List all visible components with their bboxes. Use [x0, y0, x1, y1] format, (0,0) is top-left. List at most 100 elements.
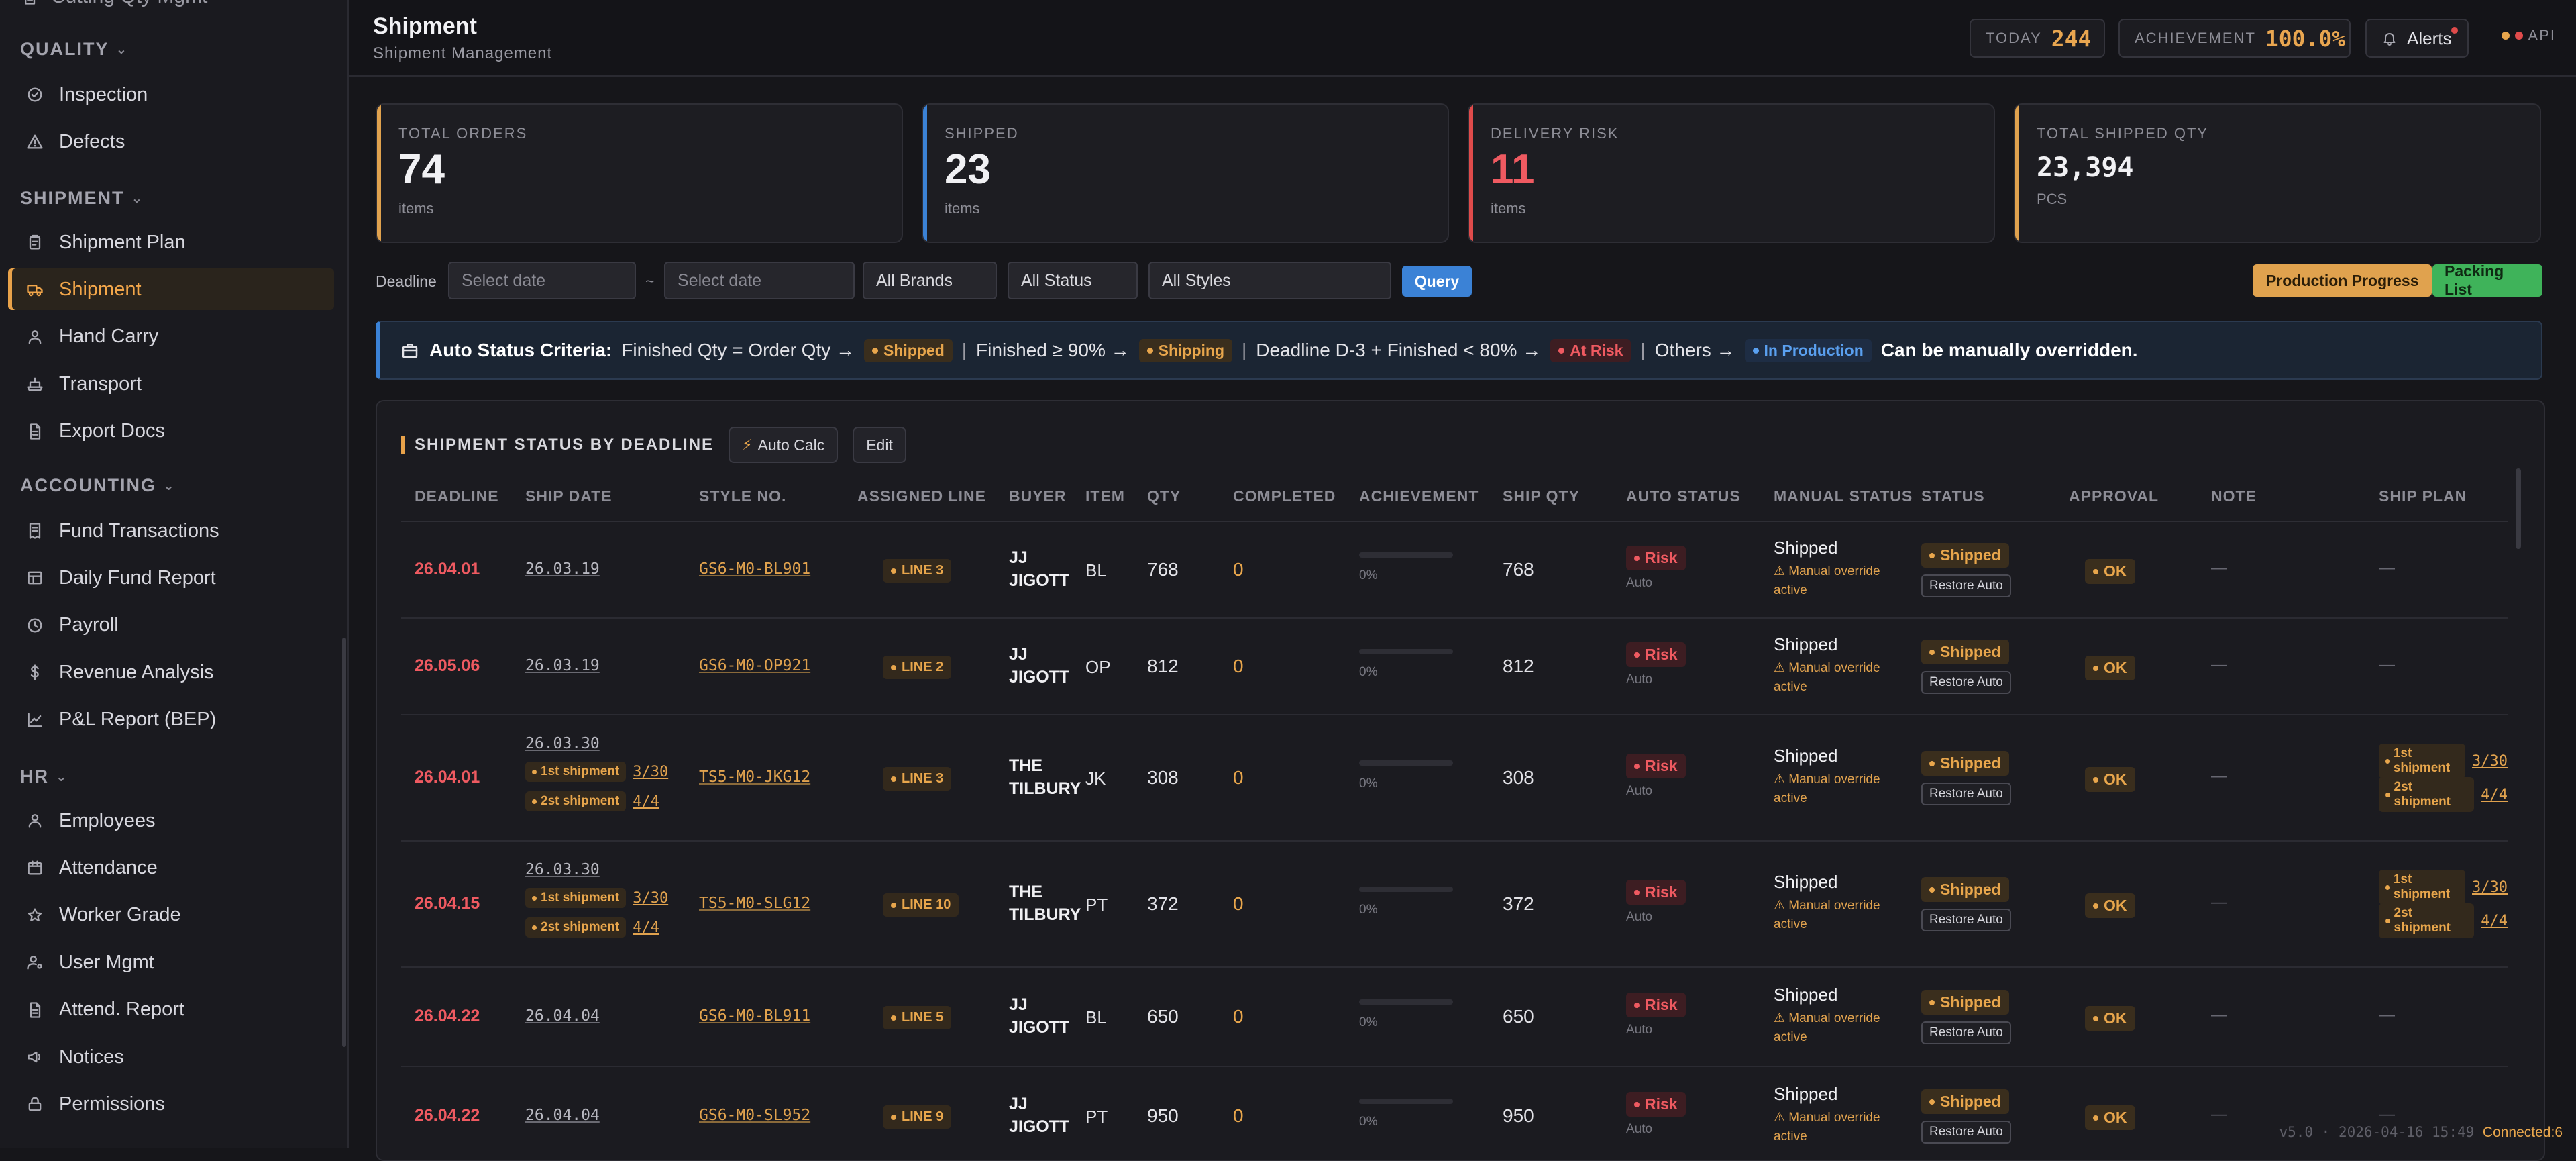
- column-header[interactable]: SHIP PLAN: [2379, 487, 2467, 505]
- note-value[interactable]: —: [2211, 656, 2227, 674]
- packing-list-button[interactable]: Packing List: [2432, 262, 2542, 298]
- manual-status-value[interactable]: Shipped: [1774, 538, 1888, 558]
- column-header[interactable]: ACHIEVEMENT: [1359, 487, 1479, 505]
- sidebar-item-inspection[interactable]: Inspection: [8, 74, 334, 115]
- manual-status-value[interactable]: Shipped: [1774, 634, 1888, 655]
- shipment-date-link[interactable]: 4/4: [2481, 913, 2508, 929]
- ship-date-link[interactable]: 26.03.19: [525, 657, 600, 674]
- restore-auto-button[interactable]: Restore Auto: [1921, 909, 2011, 931]
- note-value[interactable]: —: [2211, 767, 2227, 785]
- note-value[interactable]: —: [2211, 1006, 2227, 1024]
- style-no-link[interactable]: GS6-M0-BL911: [699, 1007, 810, 1025]
- sidebar-item-fund-transactions[interactable]: Fund Transactions: [8, 510, 334, 552]
- style-no-link[interactable]: TS5-M0-SLG12: [699, 895, 810, 912]
- sidebar-item-shipment[interactable]: Shipment: [8, 268, 334, 311]
- table-row[interactable]: 26.04.15 26.03.30 1st shipment 3/30 2st ship…: [401, 842, 2508, 968]
- shipment-date-link[interactable]: 3/30: [2472, 879, 2508, 896]
- column-header[interactable]: QTY: [1147, 487, 1181, 505]
- shipment-date-link[interactable]: 3/30: [2472, 753, 2508, 770]
- approval-badge[interactable]: OK: [2085, 767, 2135, 792]
- sidebar-section-shipment[interactable]: SHIPMENT ⌄: [20, 188, 144, 209]
- alerts-button[interactable]: Alerts: [2365, 19, 2469, 58]
- sidebar-item-worker-grade[interactable]: Worker Grade: [8, 895, 334, 936]
- brand-select[interactable]: All Brands: [863, 262, 997, 299]
- auto-calc-button[interactable]: ⚡ Auto Calc: [729, 427, 839, 463]
- sidebar-section-accounting[interactable]: ACCOUNTING ⌄: [20, 475, 176, 496]
- sidebar-section-hr[interactable]: HR ⌄: [20, 766, 68, 787]
- shipment-date-link[interactable]: 3/30: [633, 890, 668, 907]
- column-header[interactable]: SHIP QTY: [1503, 487, 1580, 505]
- column-header[interactable]: APPROVAL: [2069, 487, 2159, 505]
- sidebar-item-permissions[interactable]: Permissions: [8, 1083, 334, 1125]
- date-from-input[interactable]: Select date: [448, 262, 636, 299]
- column-header[interactable]: COMPLETED: [1233, 487, 1336, 505]
- approval-badge[interactable]: OK: [2085, 893, 2135, 918]
- column-header[interactable]: AUTO STATUS: [1626, 487, 1741, 505]
- style-select[interactable]: All Styles: [1148, 262, 1391, 299]
- sidebar-item-hand-carry[interactable]: Hand Carry: [8, 316, 334, 358]
- restore-auto-button[interactable]: Restore Auto: [1921, 671, 2011, 694]
- sidebar-scrollbar[interactable]: [342, 638, 346, 1047]
- sidebar-section-quality[interactable]: QUALITY ⌄: [20, 39, 128, 60]
- restore-auto-button[interactable]: Restore Auto: [1921, 783, 2011, 805]
- ship-date-link[interactable]: 26.03.30: [525, 730, 668, 757]
- sidebar-item-shipment-plan[interactable]: Shipment Plan: [8, 221, 334, 263]
- column-header[interactable]: STATUS: [1921, 487, 1985, 505]
- table-scrollbar[interactable]: [2516, 468, 2521, 549]
- approval-badge[interactable]: OK: [2085, 1006, 2135, 1031]
- table-row[interactable]: 26.04.22 26.04.04 GS6-M0-BL911 LINE 5 JJ JIGO…: [401, 968, 2508, 1067]
- manual-status-value[interactable]: Shipped: [1774, 1084, 1888, 1105]
- sidebar-item-p-l-report-bep[interactable]: P&L Report (BEP): [8, 699, 334, 741]
- restore-auto-button[interactable]: Restore Auto: [1921, 1021, 2011, 1044]
- column-header[interactable]: ASSIGNED LINE: [857, 487, 986, 505]
- shipment-date-link[interactable]: 4/4: [2481, 787, 2508, 803]
- sidebar-item-notices[interactable]: Notices: [8, 1036, 334, 1078]
- status-select[interactable]: All Status: [1008, 262, 1138, 299]
- manual-status-value[interactable]: Shipped: [1774, 985, 1888, 1005]
- ship-date-link[interactable]: 26.03.19: [525, 560, 600, 578]
- manual-status-value[interactable]: Shipped: [1774, 872, 1888, 893]
- note-value[interactable]: —: [2211, 559, 2227, 577]
- ship-date-link[interactable]: 26.04.04: [525, 1007, 600, 1025]
- sidebar-item-transport[interactable]: Transport: [8, 363, 334, 405]
- restore-auto-button[interactable]: Restore Auto: [1921, 574, 2011, 597]
- approval-badge[interactable]: OK: [2085, 1105, 2135, 1130]
- style-no-link[interactable]: TS5-M0-JKG12: [699, 768, 810, 786]
- date-to-input[interactable]: Select date: [664, 262, 855, 299]
- sidebar-item-defects[interactable]: Defects: [8, 121, 334, 162]
- approval-badge[interactable]: OK: [2085, 559, 2135, 584]
- sidebar-item-daily-fund-report[interactable]: Daily Fund Report: [8, 557, 334, 599]
- sidebar-item-employees[interactable]: Employees: [8, 800, 334, 842]
- column-header[interactable]: DEADLINE: [415, 487, 499, 505]
- style-no-link[interactable]: GS6-M0-OP921: [699, 657, 810, 674]
- column-header[interactable]: STYLE NO.: [699, 487, 786, 505]
- approval-badge[interactable]: OK: [2085, 656, 2135, 680]
- sidebar-item-user-mgmt[interactable]: User Mgmt: [8, 942, 334, 983]
- sidebar-item-payroll[interactable]: Payroll: [8, 605, 334, 646]
- column-header[interactable]: ITEM: [1085, 487, 1125, 505]
- style-no-link[interactable]: GS6-M0-SL952: [699, 1107, 810, 1124]
- table-row[interactable]: 26.05.06 26.03.19 GS6-M0-OP921 LINE 2 JJ JIGO…: [401, 619, 2508, 715]
- column-header[interactable]: NOTE: [2211, 487, 2257, 505]
- shipment-date-link[interactable]: 3/30: [633, 764, 668, 780]
- ship-date-link[interactable]: 26.03.30: [525, 856, 668, 883]
- sidebar-item-revenue-analysis[interactable]: Revenue Analysis: [8, 652, 334, 693]
- column-header[interactable]: BUYER: [1009, 487, 1067, 505]
- production-progress-button[interactable]: Production Progress: [2253, 264, 2432, 297]
- note-value[interactable]: —: [2211, 1105, 2227, 1123]
- table-row[interactable]: 26.04.01 26.03.19 GS6-M0-BL901 LINE 3 JJ JIGO…: [401, 522, 2508, 619]
- edit-button[interactable]: Edit: [853, 427, 906, 463]
- shipment-date-link[interactable]: 4/4: [633, 919, 659, 936]
- sidebar-item-export-docs[interactable]: Export Docs: [8, 411, 334, 452]
- note-value[interactable]: —: [2211, 893, 2227, 911]
- sidebar-item-attendance[interactable]: Attendance: [8, 847, 334, 889]
- column-header[interactable]: SHIP DATE: [525, 487, 612, 505]
- sidebar-item-cutting-qty[interactable]: Cutting Qty Mgmt: [20, 0, 207, 8]
- ship-date-link[interactable]: 26.04.04: [525, 1107, 600, 1124]
- sidebar-item-attend-report[interactable]: Attend. Report: [8, 989, 334, 1031]
- style-no-link[interactable]: GS6-M0-BL901: [699, 560, 810, 578]
- manual-status-value[interactable]: Shipped: [1774, 746, 1888, 766]
- table-row[interactable]: 26.04.01 26.03.30 1st shipment 3/30 2st ship…: [401, 715, 2508, 842]
- table-row[interactable]: 26.04.22 26.04.04 GS6-M0-SL952 LINE 9 JJ JIGO…: [401, 1067, 2508, 1160]
- query-button[interactable]: Query: [1402, 266, 1472, 297]
